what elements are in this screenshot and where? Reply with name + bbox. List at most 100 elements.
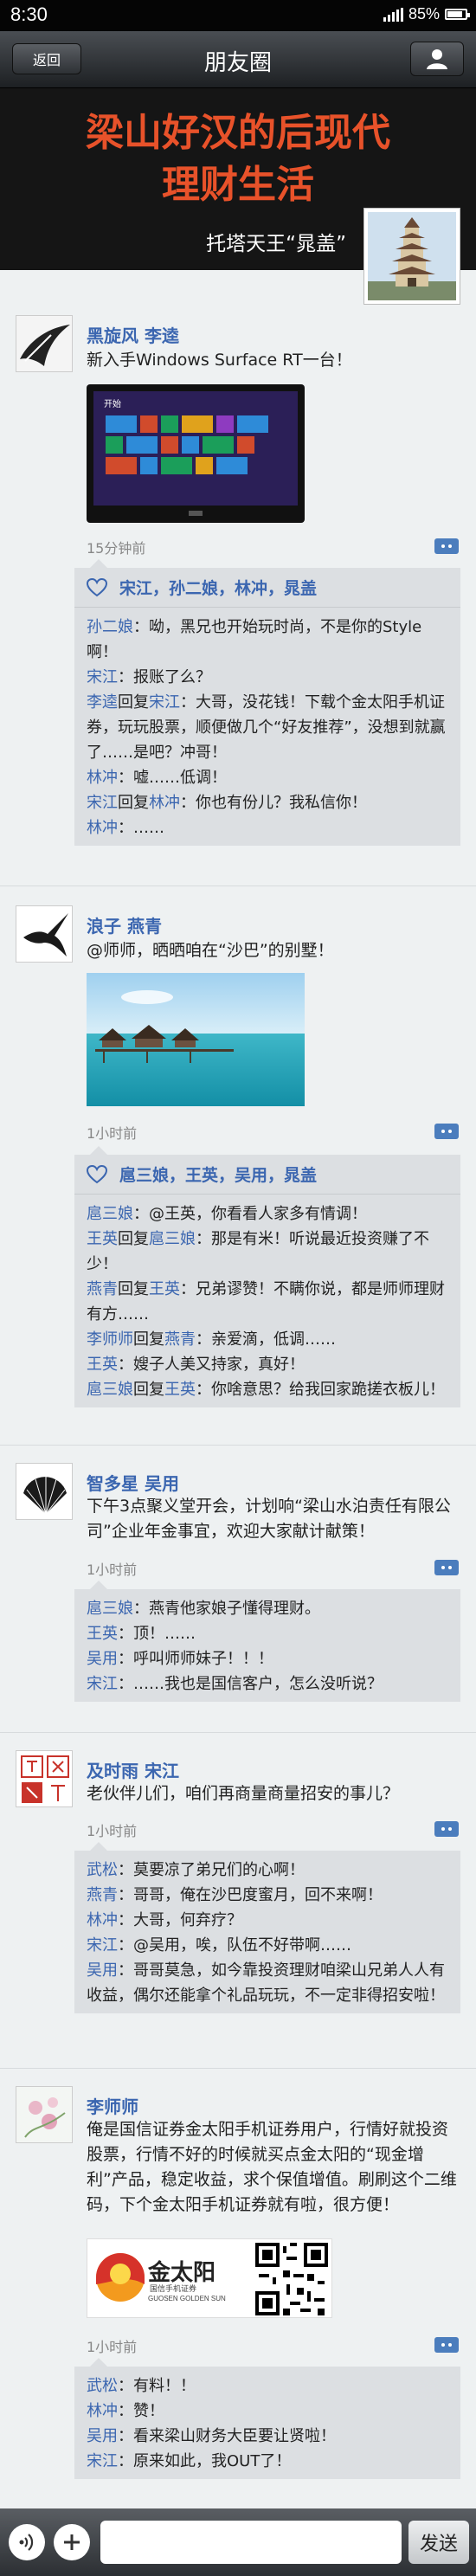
likes-names[interactable]: 扈三娘，王英，吴用，晁盖 bbox=[119, 1162, 317, 1186]
comment-item[interactable]: 宋江回复林冲：你也有份儿？我私信你！ bbox=[87, 790, 448, 815]
avatar[interactable] bbox=[16, 1750, 73, 1807]
comment-item[interactable]: 武松：莫要凉了弟兄们的心啊！ bbox=[87, 1858, 448, 1883]
page-title: 朋友圈 bbox=[203, 50, 272, 76]
comment-item[interactable]: 燕青：哥哥，俺在沙巴度蜜月，回不来啊！ bbox=[87, 1883, 448, 1908]
interaction-panel: 扈三娘：燕青他家娘子懂得理财。 王英：顶！…… 吴用：呼叫师师妹子！！！ 宋江：… bbox=[74, 1581, 460, 1702]
qr-code-icon[interactable] bbox=[255, 2243, 328, 2315]
post-time: 1小时前 bbox=[87, 1823, 138, 1839]
post-time: 1小时前 bbox=[87, 1125, 138, 1142]
comment-item[interactable]: 吴用：呼叫师师妹子！！！ bbox=[87, 1646, 448, 1671]
post-author[interactable]: 李师师 bbox=[87, 2093, 138, 2118]
likes-row: 扈三娘，王英，吴用，晁盖 bbox=[74, 1155, 460, 1195]
post-item: 及时雨 宋江 老伙伴儿们，咱们再商量商量招安的事儿？ 1小时前 武松：莫要凉了弟… bbox=[0, 1733, 476, 2069]
comment-item[interactable]: 孙二娘：呦，黑兄也开始玩时尚，不是你的Style啊！ bbox=[87, 615, 448, 665]
send-button[interactable]: 发送 bbox=[408, 2521, 469, 2564]
likes-names[interactable]: 宋江，孙二娘，林冲，晁盖 bbox=[119, 576, 317, 599]
comment-button[interactable] bbox=[434, 1560, 459, 1575]
battery-percent: 85% bbox=[408, 5, 440, 23]
avatar[interactable] bbox=[16, 315, 73, 372]
heart-icon bbox=[87, 577, 107, 596]
promo-sub: 国信手机证券 bbox=[150, 2285, 197, 2294]
comment-button[interactable] bbox=[434, 1124, 459, 1139]
comment-item[interactable]: 扈三娘：燕青他家娘子懂得理财。 bbox=[87, 1596, 448, 1621]
post-image[interactable]: 开始 bbox=[87, 384, 305, 523]
avatar[interactable] bbox=[16, 2086, 73, 2143]
beach-villa-image bbox=[87, 973, 305, 1106]
comment-item[interactable]: 王英回复扈三娘：那是有米！听说最近投资赚了不少！ bbox=[87, 1227, 448, 1277]
post-text: 下午3点聚义堂开会，计划响“梁山水泊责任有限公司”企业年金事宜，欢迎大家献计献策… bbox=[87, 1497, 451, 1541]
voice-button[interactable] bbox=[9, 2524, 45, 2560]
comment-item[interactable]: 李逵回复宋江：大哥，没花钱！下载个金太阳手机证券，玩玩股票，顺便做几个“好友推荐… bbox=[87, 690, 448, 765]
comment-composer: 发送 bbox=[0, 2508, 476, 2576]
avatar[interactable] bbox=[16, 905, 73, 963]
comment-item[interactable]: 扈三娘：@王英，你看看人家多有情调！ bbox=[87, 1201, 448, 1227]
comment-item[interactable]: 宋江：@吴用，唉，队伍不好带啊…… bbox=[87, 1933, 448, 1958]
comment-item[interactable]: 宋江：……我也是国信客户，怎么没听说？ bbox=[87, 1671, 448, 1697]
post-time: 15分钟前 bbox=[87, 540, 146, 557]
avatar[interactable] bbox=[16, 1463, 73, 1520]
comment-list: 扈三娘：@王英，你看看人家多有情调！ 王英回复扈三娘：那是有米！听说最近投资赚了… bbox=[74, 1195, 460, 1407]
comment-button[interactable] bbox=[434, 2337, 459, 2353]
post-item: 智多星 吴用 下午3点聚义堂开会，计划响“梁山水泊责任有限公司”企业年金事宜，欢… bbox=[0, 1446, 476, 1733]
surface-tablet-image: 开始 bbox=[93, 391, 298, 516]
post-image[interactable] bbox=[87, 973, 305, 1106]
post-item: 黑旋风 李逵 新入手Windows Surface RT一台！ 开始 15分钟前… bbox=[0, 270, 476, 886]
status-right: 85% bbox=[383, 5, 470, 23]
signal-icon bbox=[383, 7, 403, 22]
comment-item[interactable]: 王英：嫂子人美又持家，真好！ bbox=[87, 1352, 448, 1377]
profile-button[interactable] bbox=[410, 42, 464, 76]
comment-item[interactable]: 宋江：报账了么？ bbox=[87, 665, 448, 690]
post-time: 1小时前 bbox=[87, 1562, 138, 1578]
post-time: 1小时前 bbox=[87, 2339, 138, 2355]
svg-text:开始: 开始 bbox=[104, 398, 121, 409]
user-icon bbox=[427, 49, 447, 69]
post-author[interactable]: 黑旋风 李逵 bbox=[87, 322, 179, 347]
plus-icon bbox=[64, 2534, 80, 2550]
cover-headline: 梁山好汉的后现代 理财生活 bbox=[0, 107, 476, 211]
comment-item[interactable]: 燕青回复王英：兄弟谬赞！不瞒你说，都是师师理财有方…… bbox=[87, 1277, 448, 1327]
swallow-avatar-image bbox=[16, 906, 72, 962]
post-author[interactable]: 浪子 燕青 bbox=[87, 912, 162, 937]
comment-item[interactable]: 吴用：哥哥莫急，如今靠投资理财咱梁山兄弟人人有收益，偶尔还能拿个礼品玩玩，不一定… bbox=[87, 1958, 448, 2008]
comment-item[interactable]: 王英：顶！…… bbox=[87, 1621, 448, 1646]
comment-list: 孙二娘：呦，黑兄也开始玩时尚，不是你的Style啊！ 宋江：报账了么？ 李逵回复… bbox=[74, 608, 460, 846]
post-text: 新入手Windows Surface RT一台！ bbox=[87, 351, 352, 370]
comment-item[interactable]: 李师师回复燕青：亲爱滴，低调…… bbox=[87, 1327, 448, 1352]
promo-image[interactable]: 金太阳 国信手机证券 GUOSEN GOLDEN SUN bbox=[87, 2238, 332, 2318]
post-item: 李师师 俺是国信证券金太阳手机证券用户，行情好就投资股票，行情不好的时候就买点金… bbox=[0, 2069, 476, 2576]
comment-item[interactable]: 林冲：赞！ bbox=[87, 2399, 448, 2424]
headline-line-1: 梁山好汉的后现代 bbox=[86, 111, 390, 155]
headline-line-2: 理财生活 bbox=[162, 163, 314, 207]
comment-item[interactable]: 林冲：大哥，何弃疗？ bbox=[87, 1908, 448, 1933]
comment-item[interactable]: 林冲：…… bbox=[87, 815, 448, 840]
flower-avatar-image bbox=[16, 2087, 72, 2142]
cover-byline: 托塔天王“晁盖” bbox=[206, 233, 346, 255]
post-author[interactable]: 智多星 吴用 bbox=[87, 1470, 179, 1495]
interaction-panel: 宋江，孙二娘，林冲，晁盖 孙二娘：呦，黑兄也开始玩时尚，不是你的Style啊！ … bbox=[74, 559, 460, 846]
status-time: 8:30 bbox=[10, 3, 48, 25]
comment-item[interactable]: 吴用：看来梁山财务大臣要让贤啦！ bbox=[87, 2424, 448, 2449]
add-button[interactable] bbox=[54, 2524, 90, 2560]
li-kui-avatar-image bbox=[16, 316, 72, 371]
interaction-panel: 扈三娘，王英，吴用，晁盖 扈三娘：@王英，你看看人家多有情调！ 王英回复扈三娘：… bbox=[74, 1146, 460, 1407]
comment-button[interactable] bbox=[434, 538, 459, 554]
post-item: 浪子 燕青 @师师，晒晒咱在“沙巴”的别墅！ 1小时前 扈三娘，王英，吴用，晁盖 bbox=[0, 886, 476, 1446]
seal-avatar-image bbox=[16, 1751, 72, 1806]
comment-list: 扈三娘：燕青他家娘子懂得理财。 王英：顶！…… 吴用：呼叫师师妹子！！！ 宋江：… bbox=[74, 1589, 460, 1702]
comment-button[interactable] bbox=[434, 1821, 459, 1837]
post-text: 老伙伴儿们，咱们再商量商量招安的事儿？ bbox=[87, 1784, 400, 1803]
cover-banner: 梁山好汉的后现代 理财生活 托塔天王“晁盖” bbox=[0, 88, 476, 305]
interaction-panel: 武松：莫要凉了弟兄们的心啊！ 燕青：哥哥，俺在沙巴度蜜月，回不来啊！ 林冲：大哥… bbox=[74, 1842, 460, 2013]
likes-row: 宋江，孙二娘，林冲，晁盖 bbox=[74, 568, 460, 608]
post-author[interactable]: 及时雨 宋江 bbox=[87, 1757, 179, 1782]
comment-item[interactable]: 林冲：嘘……低调！ bbox=[87, 765, 448, 790]
moments-feed: 黑旋风 李逵 新入手Windows Surface RT一台！ 开始 15分钟前… bbox=[0, 270, 476, 2576]
comment-item[interactable]: 武松：有料！！ bbox=[87, 2373, 448, 2399]
comment-item[interactable]: 宋江：原来如此，我OUT了！ bbox=[87, 2449, 448, 2474]
comment-item[interactable]: 扈三娘回复王英：你啥意思？给我回家跪搓衣板儿！ bbox=[87, 1377, 448, 1402]
comment-list: 武松：莫要凉了弟兄们的心啊！ 燕青：哥哥，俺在沙巴度蜜月，回不来啊！ 林冲：大哥… bbox=[74, 1851, 460, 2013]
comment-list: 武松：有料！！ 林冲：赞！ 吴用：看来梁山财务大臣要让贤啦！ 宋江：原来如此，我… bbox=[74, 2367, 460, 2479]
promo-en: GUOSEN GOLDEN SUN bbox=[148, 2295, 226, 2302]
battery-icon bbox=[445, 9, 470, 20]
comment-input[interactable] bbox=[100, 2521, 402, 2564]
